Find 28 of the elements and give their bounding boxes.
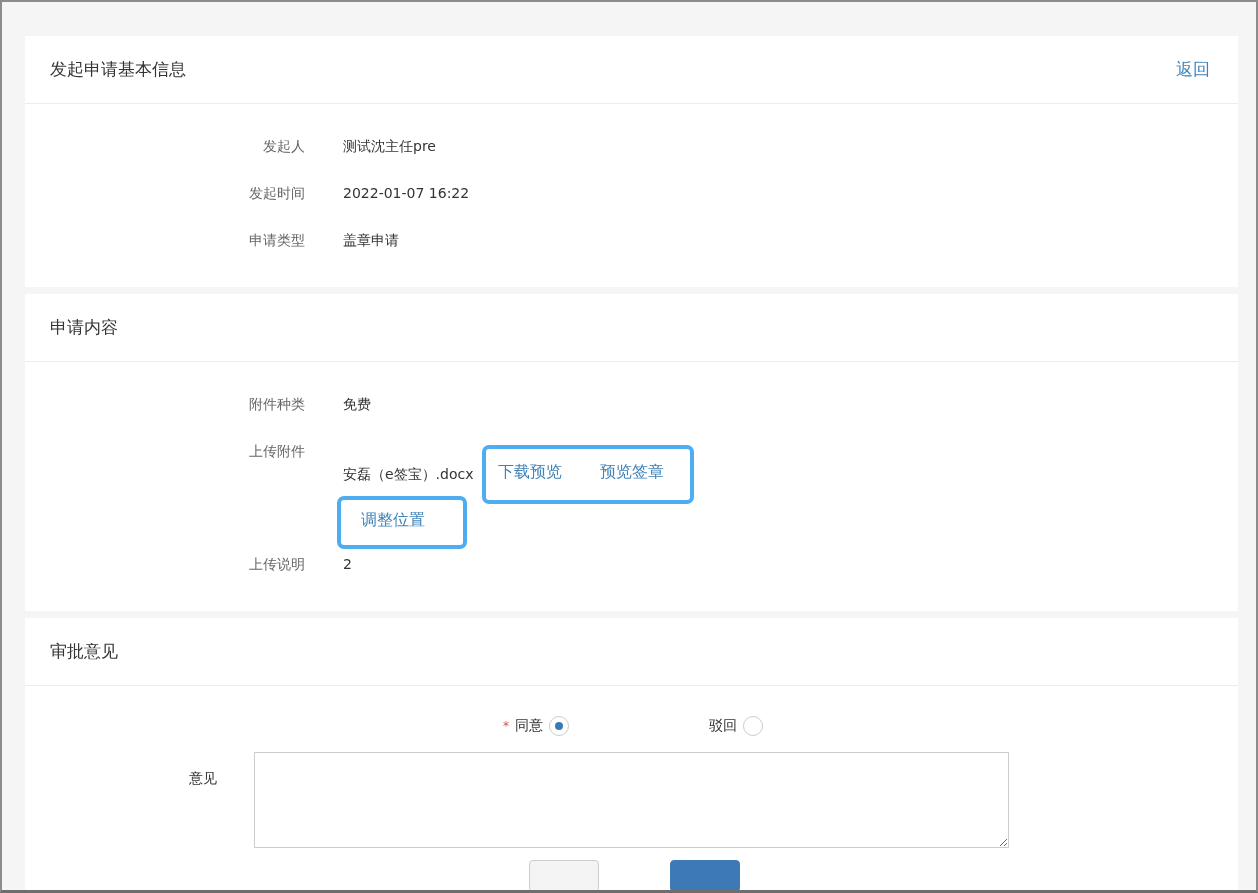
section-title: 审批意见 [50, 640, 118, 663]
button[interactable] [670, 860, 740, 890]
radio-button[interactable] [549, 716, 569, 736]
field-label: 附件种类 [248, 396, 306, 414]
field-label: 发起人 [262, 138, 306, 156]
action-link[interactable]: 下载预览 [497, 462, 562, 483]
field-value: 测试沈主任pre [343, 138, 436, 156]
radio-label: 同意 [515, 717, 543, 735]
section-title: 发起申请基本信息 [50, 58, 186, 81]
comment-field[interactable] [254, 752, 1009, 848]
field-value: 盖章申请 [343, 232, 399, 250]
button[interactable] [529, 860, 599, 890]
field-value: 2022-01-07 16:22 [343, 185, 470, 201]
field-value: 2 [343, 556, 352, 572]
back-link[interactable]: 返回 [1176, 58, 1210, 81]
action-link[interactable]: 预览签章 [599, 462, 664, 483]
action-link[interactable]: 调整位置 [361, 510, 425, 531]
field-label: 上传说明 [248, 556, 306, 574]
radio-label: 驳回 [709, 717, 737, 735]
required-mark: * [503, 719, 509, 733]
radio-button[interactable] [743, 716, 763, 736]
field-label: 上传附件 [248, 443, 306, 461]
field-label: 申请类型 [248, 232, 306, 250]
field-label: 意见 [188, 769, 218, 788]
section-title: 申请内容 [50, 316, 118, 339]
file-name: 安磊（e签宝）.docx [342, 464, 475, 484]
field-label: 发起时间 [248, 185, 306, 203]
field-value: 免费 [343, 396, 371, 414]
